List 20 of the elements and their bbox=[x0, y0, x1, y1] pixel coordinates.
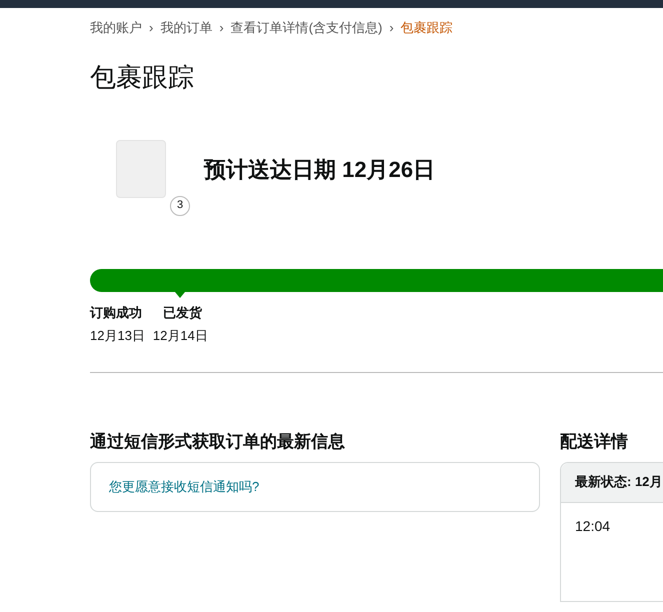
breadcrumb-separator: › bbox=[389, 19, 394, 37]
quantity-badge: 3 bbox=[170, 196, 190, 216]
section-heading: 配送详情 bbox=[560, 430, 629, 452]
breadcrumb-link[interactable]: 查看订单详情(含支付信息) bbox=[230, 18, 382, 38]
milestone-label: 订购成功 bbox=[90, 304, 142, 322]
latest-status: 最新状态: 12月 bbox=[575, 473, 662, 492]
breadcrumb-separator: › bbox=[219, 19, 224, 37]
product-photo bbox=[116, 140, 166, 198]
milestone-label: 已发货 bbox=[162, 304, 202, 322]
page-title: 包裹跟踪 bbox=[90, 60, 195, 94]
milestone-date: 12月13日 bbox=[90, 327, 145, 345]
breadcrumb-link[interactable]: 包裹跟踪 bbox=[400, 18, 453, 38]
delivery-estimate: 预计送达日期 12月26日 bbox=[204, 156, 436, 184]
section-heading: 通过短信形式获取订单的最新信息 bbox=[90, 430, 346, 452]
breadcrumb-link[interactable]: 我的账户 bbox=[90, 18, 142, 38]
milestone-date: 12月14日 bbox=[152, 327, 208, 345]
sms-link[interactable]: 您更愿意接收短信通知吗? bbox=[109, 476, 260, 496]
breadcrumb-link[interactable]: 我的订单 bbox=[160, 18, 212, 38]
event-time: 12:04 bbox=[574, 516, 612, 536]
breadcrumb-separator: › bbox=[149, 19, 154, 37]
